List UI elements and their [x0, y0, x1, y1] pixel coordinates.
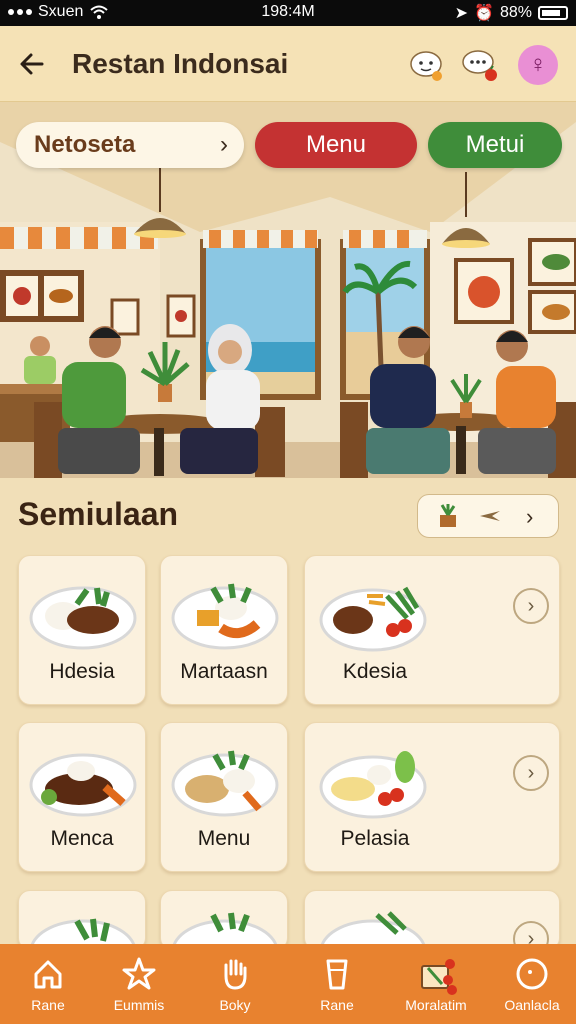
chevron-right-icon[interactable]: › — [513, 755, 549, 791]
dish-label: Pelasia — [340, 827, 410, 850]
glass-icon — [326, 959, 348, 990]
dish-card[interactable] — [18, 890, 146, 950]
star-icon — [122, 957, 156, 990]
dish-label: Menu — [197, 827, 251, 850]
chevron-right-icon[interactable]: › — [513, 588, 549, 624]
dish-label: Kdesia — [342, 660, 408, 683]
dish-card[interactable]: › Pelasia — [304, 722, 560, 872]
nav-item-boky[interactable]: Boky — [187, 944, 283, 1024]
dish-image — [171, 912, 279, 949]
bottom-nav: Rane Eummis Boky Rane Moralatim Oanlacla — [0, 944, 576, 1024]
dish-card[interactable]: Martaasn — [160, 555, 288, 705]
dish-card[interactable] — [160, 890, 288, 950]
search-pill[interactable]: Netoseta › — [16, 122, 244, 168]
menu-button[interactable]: Menu — [255, 122, 417, 168]
dish-image — [29, 753, 137, 817]
dish-card[interactable]: Menu — [160, 722, 288, 872]
dish-card[interactable]: › — [304, 890, 560, 950]
plane-icon — [478, 507, 502, 530]
location-icon: ➤ — [454, 5, 469, 22]
battery-icon — [538, 6, 568, 20]
app-header: Restan Indonsai ♀ — [0, 26, 576, 102]
nav-item-profile[interactable]: Oanlacla — [484, 944, 576, 1024]
dish-card[interactable]: › Kdesia — [304, 555, 560, 705]
dish-image — [171, 583, 279, 650]
dish-card[interactable]: Hdesia — [18, 555, 146, 705]
home-icon — [34, 960, 62, 989]
nav-label: Eummis — [113, 997, 165, 1013]
profile-avatar[interactable]: ♀ — [518, 45, 558, 85]
dish-card[interactable]: Menca — [18, 722, 146, 872]
dish-label: Menca — [50, 827, 114, 850]
chevron-right-icon: › — [220, 131, 228, 158]
plant-pot-icon — [436, 503, 460, 534]
chevron-right-icon: › — [526, 504, 534, 529]
dish-image — [319, 751, 427, 819]
nav-item-basket[interactable]: Moralatim — [388, 944, 484, 1024]
dish-label: Hdesia — [49, 660, 115, 683]
basket-icon — [421, 959, 457, 995]
back-arrow-icon[interactable] — [16, 48, 48, 80]
nav-label: Rane — [31, 997, 65, 1013]
dish-image — [319, 586, 427, 652]
nav-label: Rane — [320, 997, 354, 1013]
nav-item-home[interactable]: Rane — [0, 944, 96, 1024]
dish-image — [29, 918, 137, 949]
metui-button[interactable]: Metui — [428, 122, 562, 168]
section-title: Semiulaan — [18, 496, 179, 532]
status-bar: Sxuen 198:4M ➤ ⏰ 88% — [0, 0, 576, 26]
nav-label: Oanlacla — [504, 997, 560, 1013]
nav-label: Boky — [219, 997, 251, 1013]
nav-item-drinks[interactable]: Rane — [289, 944, 385, 1024]
circle-icon — [516, 958, 548, 990]
chat-icon[interactable] — [461, 46, 499, 84]
dish-image — [319, 911, 427, 949]
dish-label: Martaasn — [180, 660, 268, 683]
hand-icon — [224, 959, 247, 990]
page-title: Restan Indonsai — [72, 48, 289, 79]
chef-icon[interactable] — [407, 46, 445, 84]
nav-label: Moralatim — [405, 997, 467, 1013]
dish-image — [29, 586, 137, 650]
nav-item-favorites[interactable]: Eummis — [91, 944, 187, 1024]
hero-banner: Netoseta › Menu Metui — [0, 102, 576, 478]
search-label: Netoseta — [34, 131, 136, 158]
alarm-icon: ⏰ — [474, 5, 494, 22]
filter-control[interactable]: › — [417, 494, 559, 538]
battery-percent: 88% — [499, 4, 532, 21]
dish-image — [171, 750, 279, 817]
